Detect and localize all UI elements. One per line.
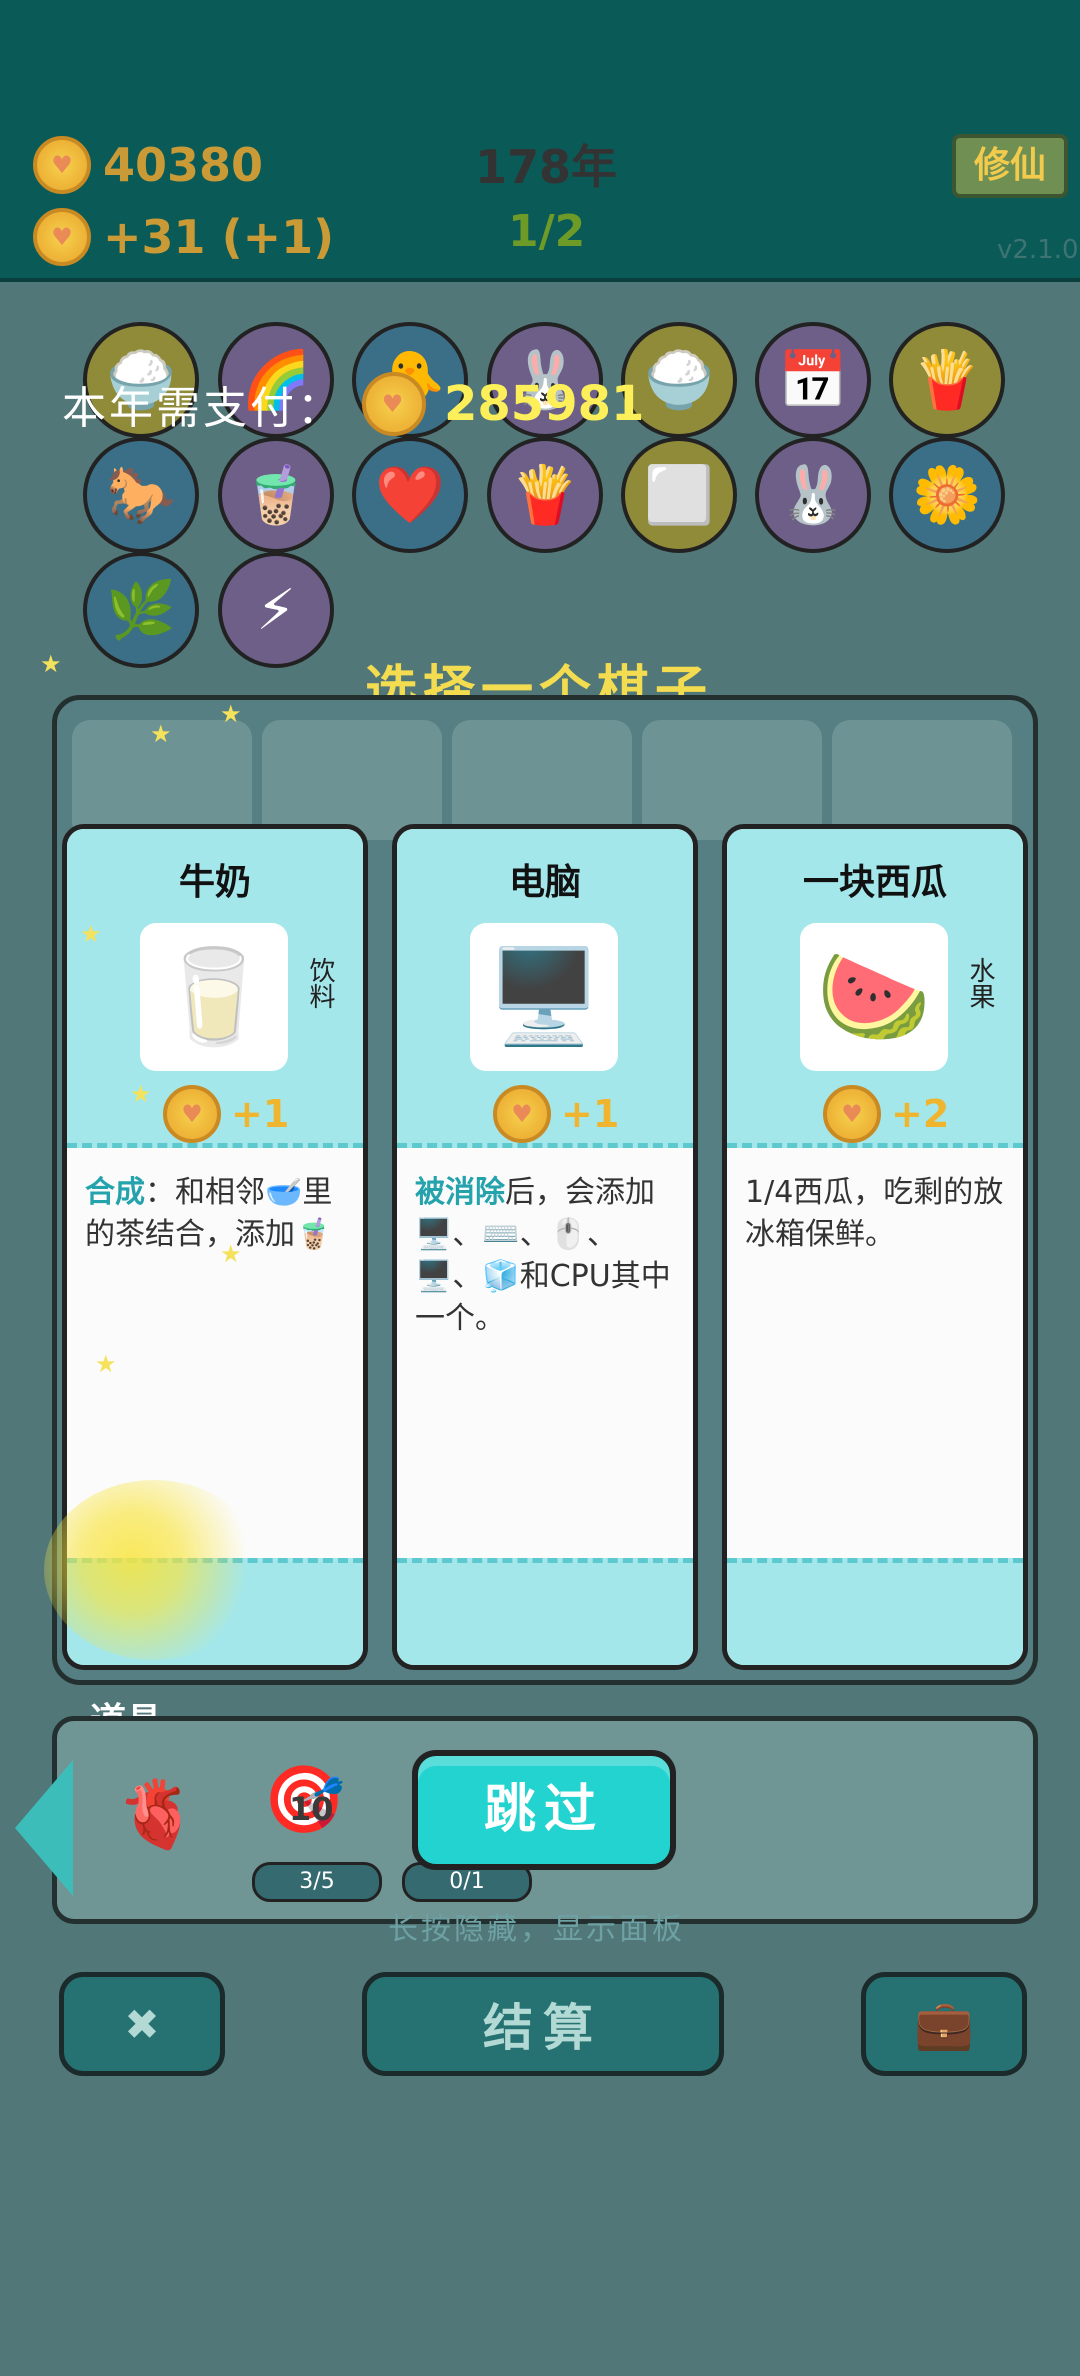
coin-icon: ♥ — [493, 1085, 551, 1143]
coin-change-value: +1 — [231, 1092, 290, 1136]
card-category: 水果 — [965, 957, 995, 1009]
star-icon: ★ — [220, 700, 242, 728]
fries-icon: 🍟 — [889, 322, 1005, 438]
money-line: ♥ 40380 — [33, 136, 263, 194]
watermelon-icon: 🍉 — [800, 923, 948, 1071]
star-icon: ★ — [220, 1240, 242, 1268]
coin-change-value: +2 — [891, 1092, 950, 1136]
coin-change: ♥ +2 — [823, 1085, 949, 1143]
star-icon: ★ — [80, 920, 102, 948]
flower-icon: 🌼 — [889, 437, 1005, 553]
coin-icon: ♥ — [163, 1085, 221, 1143]
tea-icon: 🧋 — [218, 437, 334, 553]
card-footer — [397, 1558, 693, 1665]
board-tile — [262, 720, 442, 840]
star-icon: ★ — [40, 650, 62, 678]
card-footer — [727, 1558, 1023, 1665]
card-title: 一块西瓜 — [802, 862, 947, 903]
version-label: v2.1.0 — [997, 235, 1079, 265]
sugar-icon: ⬜ — [621, 437, 737, 553]
coin-icon: ♥ — [362, 372, 426, 436]
coin-change: ♥ +1 — [163, 1085, 289, 1143]
hint-text: 长按隐藏，显示面板 — [388, 1912, 685, 1947]
year-text: 178年 — [475, 140, 618, 194]
coin-icon: ♥ — [33, 208, 91, 266]
cultivate-button[interactable]: 修仙 — [952, 134, 1068, 198]
card-keyword: 被消除 — [415, 1175, 505, 1210]
money-value: 40380 — [103, 138, 264, 192]
skip-button[interactable]: 跳过 — [412, 1750, 676, 1870]
card-title: 电脑 — [508, 862, 581, 903]
settle-button[interactable]: 结算 — [362, 1972, 724, 2076]
star-icon: ★ — [150, 720, 172, 748]
item-progress: 3/5 — [252, 1862, 382, 1902]
close-button[interactable]: ✖ — [59, 1972, 225, 2076]
payment-line: 本年需支付： ♥ 285981 — [62, 372, 644, 436]
card-description: 1/4西瓜，吃剩的放冰箱保鲜。 — [745, 1175, 1004, 1252]
payment-amount: 285981 — [444, 376, 645, 432]
coin-icon: ♥ — [33, 136, 91, 194]
milk-icon: 🥛 — [140, 923, 288, 1071]
computer-icon: 🖥️ — [470, 923, 618, 1071]
income-value: +31 (+1) — [103, 210, 335, 264]
coin-change-value: +1 — [561, 1092, 620, 1136]
horse-icon: 🐎 — [83, 437, 199, 553]
heart-icon: ❤️ — [352, 437, 468, 553]
liver-icon[interactable]: 🫀 — [116, 1776, 198, 1854]
top-bar: ♥ 40380 ♥ +31 (+1) 178年 1/2 修仙 v2.1.0 — [0, 0, 1080, 282]
card-watermelon[interactable]: 一块西瓜 🍉 水果 ♥ +2 1/4西瓜，吃剩的放冰箱保鲜。 — [722, 824, 1028, 1670]
stage-text: 1/2 — [508, 206, 586, 257]
card-keyword: 合成 — [85, 1175, 145, 1210]
calendar-icon: 📅 — [755, 322, 871, 438]
sparkle-effect — [44, 1480, 264, 1660]
lightning-icon: ⚡ — [218, 552, 334, 668]
bag-button[interactable]: 💼 — [861, 1972, 1027, 2076]
star-icon: ★ — [130, 1080, 152, 1108]
star-icon: ★ — [95, 1350, 117, 1378]
coin-change: ♥ +1 — [493, 1085, 619, 1143]
card-category: 饮料 — [305, 957, 335, 1009]
close-x-icon: ✖ — [124, 1999, 160, 2049]
board-tile — [832, 720, 1012, 840]
board-tile — [452, 720, 632, 840]
coin-icon: ♥ — [823, 1085, 881, 1143]
payment-label: 本年需支付： — [62, 383, 344, 434]
fries-icon: 🍟 — [487, 437, 603, 553]
item-value: 10 — [289, 1790, 334, 1828]
plant-icon: 🌿 — [83, 552, 199, 668]
card-computer[interactable]: 电脑 🖥️ ♥ +1 被消除后，会添加🖥️、⌨️、🖱️、🖥️、🧊和CPU其中一个… — [392, 824, 698, 1670]
card-title: 牛奶 — [178, 862, 251, 903]
left-arrow-icon[interactable] — [15, 1760, 73, 1896]
rabbit-icon: 🐰 — [755, 437, 871, 553]
income-line: ♥ +31 (+1) — [33, 208, 334, 266]
briefcase-icon: 💼 — [914, 1996, 974, 2053]
board-tile — [642, 720, 822, 840]
